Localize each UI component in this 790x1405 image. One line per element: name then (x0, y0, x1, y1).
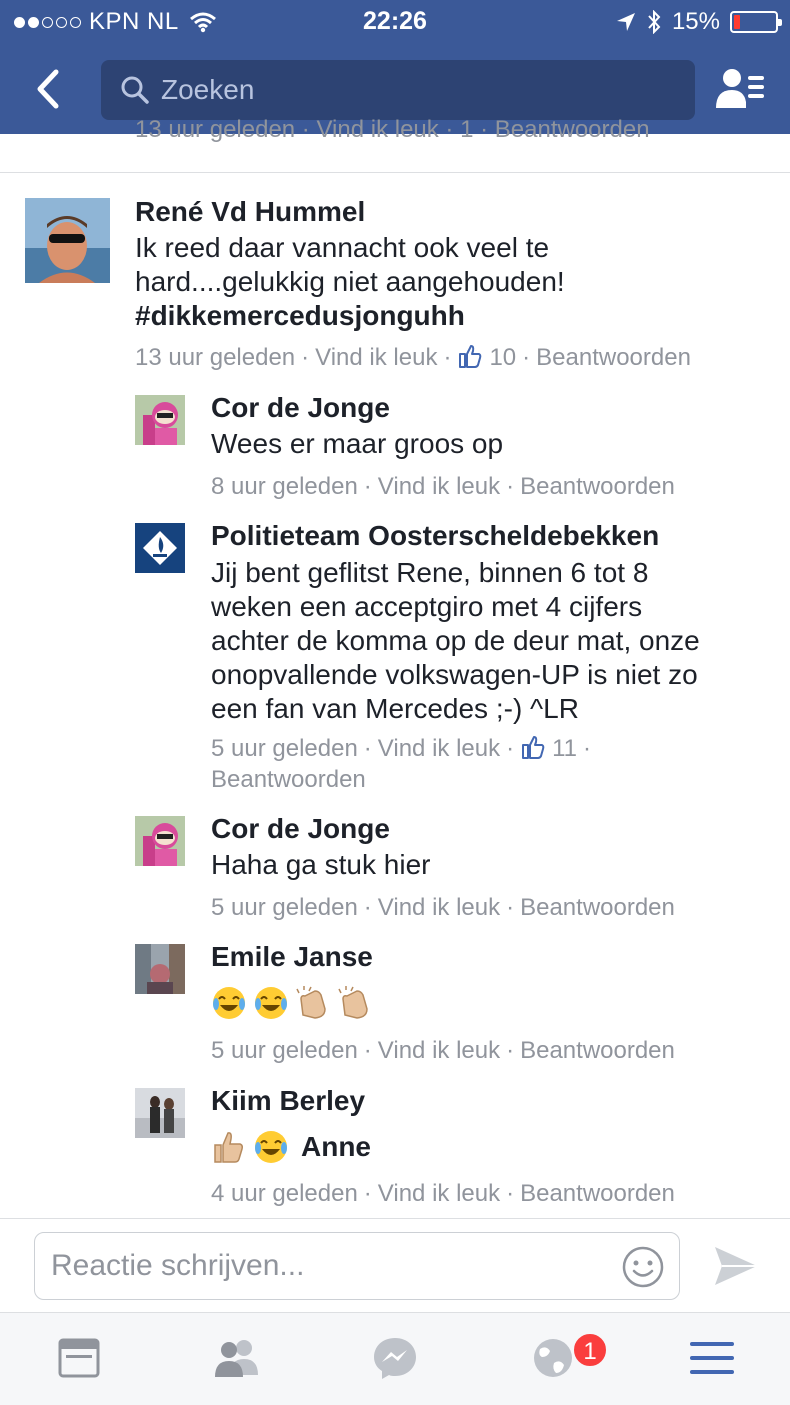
friends-icon[interactable] (212, 1335, 262, 1381)
top-bar: KPN NL 22:26 15% (0, 0, 790, 134)
search-icon (121, 76, 149, 104)
status-right: 15% (616, 8, 782, 36)
comment-author[interactable]: Kiim Berley (211, 1085, 365, 1117)
notifications-globe-icon[interactable] (528, 1335, 578, 1381)
avatar-image (135, 816, 185, 866)
comment-time: 4 uur geleden (211, 1180, 358, 1207)
like-link[interactable]: Vind ik leuk (378, 473, 500, 500)
comment-line: Jij bent geflitst Rene, binnen 6 tot 8 (211, 557, 649, 588)
police-logo-icon (135, 523, 185, 573)
reply-link[interactable]: Beantwoorden (211, 766, 366, 793)
notification-badge: 1 (572, 1332, 608, 1368)
avatar-image (135, 1088, 185, 1138)
avatar-image (25, 198, 110, 283)
comment-meta: 4 uur geleden · Vind ik leuk · Beantwoorden (211, 1180, 675, 1207)
like-link[interactable]: Vind ik leuk (378, 735, 500, 762)
comment-line: Haha ga stuk hier (211, 849, 431, 880)
comment-emojis (211, 984, 379, 1024)
comment-time: 13 uur geleden (135, 344, 296, 371)
comment-author[interactable]: Politieteam Oosterscheldebekken (211, 520, 659, 552)
comment-line: onopvallende volkswagen-UP is niet zo (211, 659, 698, 690)
search-bar[interactable] (101, 60, 695, 120)
like-link[interactable]: Vind ik leuk (378, 894, 500, 921)
avatar[interactable] (135, 395, 185, 445)
status-bar: KPN NL 22:26 15% (0, 0, 790, 44)
avatar[interactable] (135, 944, 185, 994)
like-thumb-icon (459, 345, 482, 368)
battery-icon (730, 11, 782, 33)
like-thumb-icon (522, 736, 545, 759)
comment-hashtag[interactable]: #dikkemercedusjonguhh (135, 299, 565, 333)
previous-comment-meta: 13 uur geleden · Vind ik leuk · 1 · Bean… (135, 116, 650, 143)
bluetooth-icon (648, 10, 661, 34)
comment-emojis: Anne (211, 1127, 371, 1167)
menu-hamburger-icon[interactable] (688, 1335, 738, 1381)
messenger-icon[interactable] (370, 1335, 420, 1381)
tears-of-joy-icon (255, 1131, 287, 1163)
divider (0, 172, 790, 173)
comment-line: Wees er maar groos op (211, 428, 504, 459)
comment-line: een fan van Mercedes ;-) ^LR (211, 693, 579, 724)
location-arrow-icon (616, 13, 635, 31)
comment-mention[interactable]: Anne (301, 1130, 371, 1164)
comment-text: Ik reed daar vannacht ook veel te hard..… (135, 231, 565, 333)
comment-time: 8 uur geleden (211, 473, 358, 500)
smiley-icon[interactable] (621, 1245, 665, 1289)
like-count: 11 (552, 735, 578, 762)
comment-meta: 5 uur geleden · Vind ik leuk · 11 · Beantwoord… (211, 735, 592, 793)
comment-line: hard....gelukkig niet aangehouden! (135, 266, 565, 297)
avatar-image (135, 395, 185, 445)
reply-link[interactable]: Beantwoorden (520, 1180, 675, 1207)
comment-text: Wees er maar groos op (211, 427, 503, 461)
reply-link[interactable]: Beantwoorden (520, 473, 675, 500)
search-input[interactable] (161, 74, 641, 106)
comment-text: Haha ga stuk hier (211, 848, 430, 882)
divider (0, 1218, 790, 1219)
comment-time: 5 uur geleden (211, 735, 358, 762)
friend-list-icon[interactable] (714, 66, 766, 112)
comment-line: achter de komma op de deur mat, onze (211, 625, 700, 656)
comment-line: Ik reed daar vannacht ook veel te (135, 232, 550, 263)
comment-author[interactable]: René Vd Hummel (135, 196, 365, 228)
comment-meta: 13 uur geleden · Vind ik leuk · 10 · Beantwoor… (135, 344, 691, 371)
comment-meta: 8 uur geleden · Vind ik leuk · Beantwoorden (211, 473, 675, 500)
battery-level-fill (734, 15, 740, 29)
like-link[interactable]: Vind ik leuk (315, 344, 437, 371)
tab-bar (0, 1312, 790, 1405)
tears-of-joy-icon (255, 986, 287, 1019)
comment-line: weken een acceptgiro met 4 cijfers (211, 591, 643, 622)
like-link[interactable]: Vind ik leuk (378, 1037, 500, 1064)
avatar-image (135, 944, 185, 994)
comment-meta: 5 uur geleden · Vind ik leuk · Beantwoorden (211, 1037, 675, 1064)
like-count: 10 (489, 344, 517, 371)
comment-input[interactable] (51, 1249, 611, 1283)
reply-link[interactable]: Beantwoorden (520, 894, 675, 921)
comment-author[interactable]: Cor de Jonge (211, 813, 390, 845)
avatar[interactable] (135, 816, 185, 866)
clapping-hands-icon (338, 985, 368, 1019)
comment-time: 5 uur geleden (211, 1037, 358, 1064)
comment-composer[interactable] (34, 1232, 680, 1300)
send-icon[interactable] (712, 1243, 760, 1289)
comment-author[interactable]: Emile Janse (211, 941, 373, 973)
reply-link[interactable]: Beantwoorden (520, 1037, 675, 1064)
avatar[interactable] (135, 1088, 185, 1138)
comment-meta: 5 uur geleden · Vind ik leuk · Beantwoorden (211, 894, 675, 921)
avatar[interactable] (135, 523, 185, 573)
avatar[interactable] (25, 198, 110, 283)
thumbs-up-icon (214, 1132, 243, 1163)
tears-of-joy-icon (213, 986, 245, 1019)
comment-text: Jij bent geflitst Rene, binnen 6 tot 8 w… (211, 556, 700, 726)
back-chevron-icon[interactable] (28, 64, 68, 114)
reply-link[interactable]: Beantwoorden (536, 344, 691, 371)
comment-author[interactable]: Cor de Jonge (211, 392, 390, 424)
clapping-hands-icon (296, 985, 326, 1019)
like-link[interactable]: Vind ik leuk (378, 1180, 500, 1207)
battery-percentage: 15% (671, 8, 720, 35)
comment-time: 5 uur geleden (211, 894, 358, 921)
news-feed-icon[interactable] (54, 1335, 104, 1381)
